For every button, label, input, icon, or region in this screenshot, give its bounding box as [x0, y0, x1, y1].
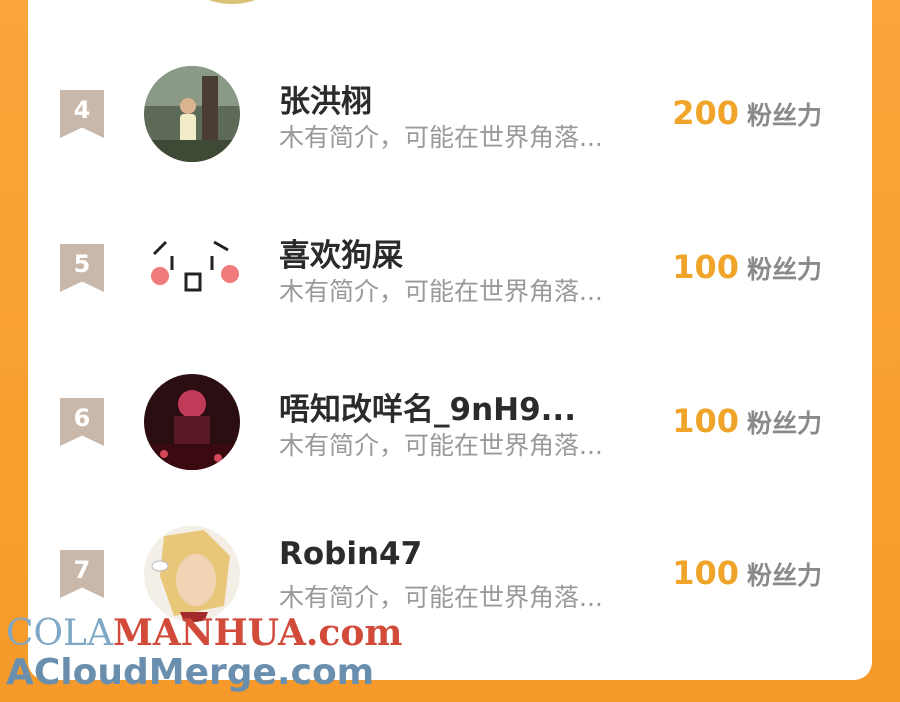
user-name[interactable]: Robin47: [279, 536, 422, 572]
watermark-part2: MANHUA.com: [112, 612, 403, 654]
fans-unit: 粉丝力: [746, 255, 822, 284]
avatar[interactable]: [144, 374, 240, 470]
user-bio: 木有简介，可能在世界角落...: [279, 431, 603, 460]
fans-value: 100: [672, 248, 739, 286]
watermark-line2: ACloudMerge.com: [6, 652, 375, 693]
fans-power: 100 粉丝力: [672, 402, 822, 440]
rank-badge: 7: [60, 550, 104, 598]
fans-power: 200 粉丝力: [672, 94, 822, 132]
fans-value: 200: [672, 94, 739, 132]
watermark-part1: COLA: [6, 613, 113, 654]
rank-badge: 6: [60, 398, 104, 446]
avatar[interactable]: [144, 66, 240, 162]
fans-unit: 粉丝力: [746, 561, 822, 590]
ranking-card: 4 张洪栩 木有简介，可能在世界角落... 200 粉丝力 5 喜欢狗屎 木有简…: [28, 0, 872, 680]
user-name[interactable]: 唔知改咩名_9nH9...: [279, 384, 576, 429]
avatar[interactable]: [144, 526, 240, 622]
list-item[interactable]: 6 唔知改咩名_9nH9... 木有简介，可能在世界角落... 100 粉丝力: [28, 374, 872, 494]
watermark: COLAMANHUA.com: [6, 612, 402, 654]
fans-power: 100 粉丝力: [672, 554, 822, 592]
user-bio: 木有简介，可能在世界角落...: [279, 123, 603, 152]
list-item[interactable]: 4 张洪栩 木有简介，可能在世界角落... 200 粉丝力: [28, 66, 872, 186]
list-item[interactable]: 5 喜欢狗屎 木有简介，可能在世界角落... 100 粉丝力: [28, 220, 872, 340]
avatar[interactable]: [144, 220, 240, 316]
fans-unit: 粉丝力: [746, 409, 822, 438]
fans-power: 100 粉丝力: [672, 248, 822, 286]
user-bio: 木有简介，可能在世界角落...: [279, 277, 603, 306]
user-name[interactable]: 喜欢狗屎: [279, 230, 403, 275]
rank-badge: 5: [60, 244, 104, 292]
fans-value: 100: [672, 554, 739, 592]
fans-unit: 粉丝力: [746, 101, 822, 130]
user-bio: 木有简介，可能在世界角落...: [279, 583, 603, 612]
rank-badge: 4: [60, 90, 104, 138]
user-name[interactable]: 张洪栩: [279, 76, 372, 121]
fans-value: 100: [672, 402, 739, 440]
avatar[interactable]: [186, 0, 278, 4]
